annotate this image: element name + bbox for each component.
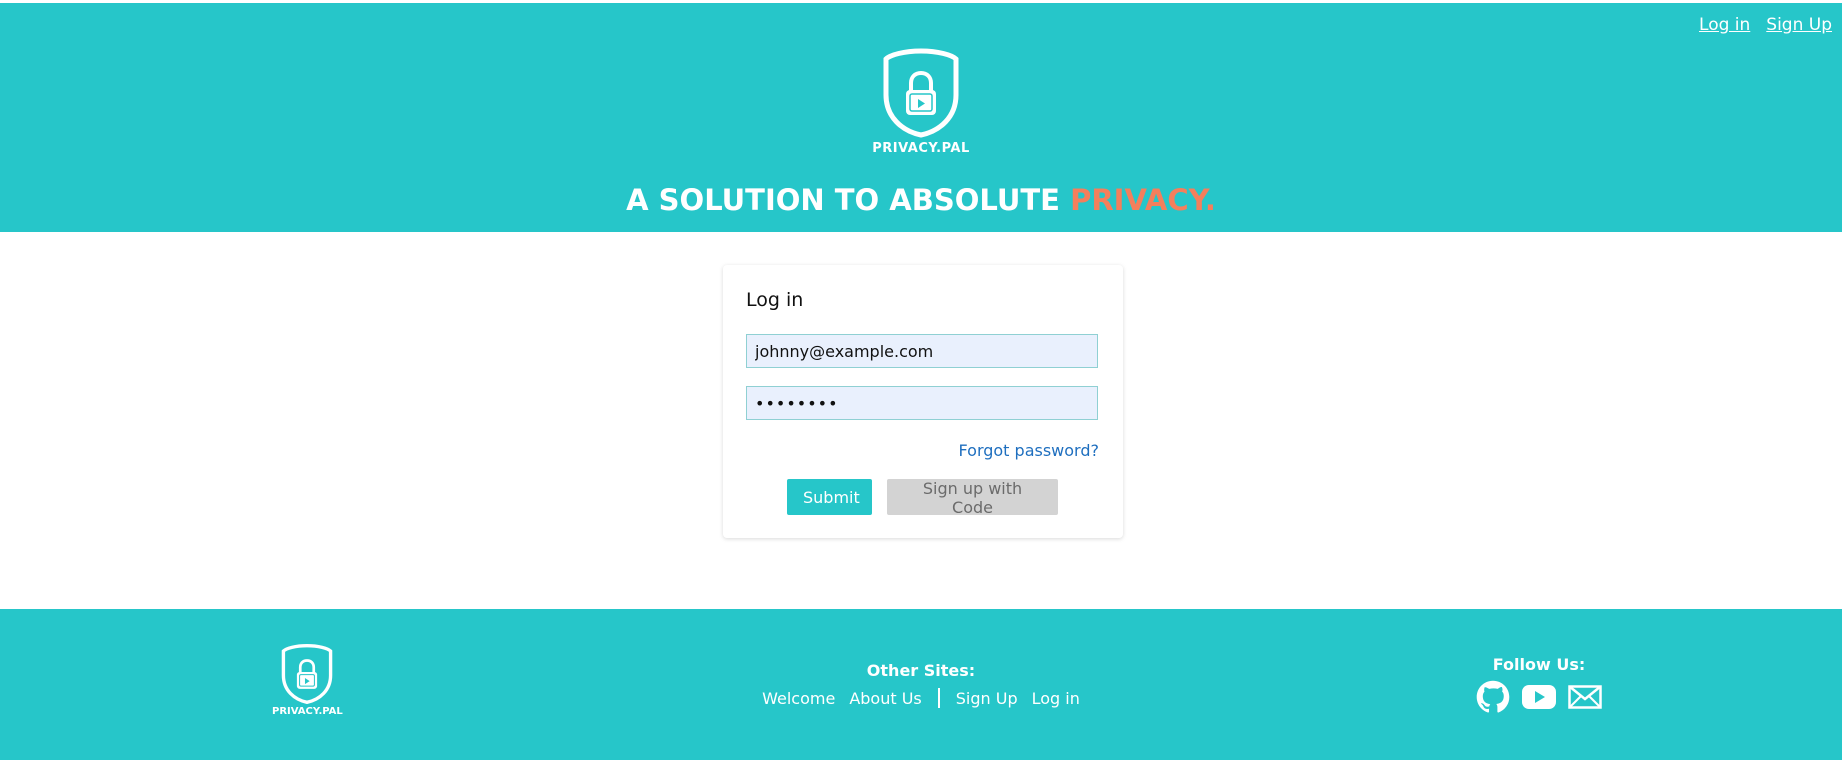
login-title: Log in [746,289,804,311]
email-field[interactable] [746,334,1098,368]
submit-button[interactable]: Submit [787,479,872,515]
shield-lock-icon [883,48,959,138]
follow-us-title: Follow Us: [1492,655,1586,674]
signup-with-code-button[interactable]: Sign up with Code [887,479,1058,517]
nav-signup-link[interactable]: Sign Up [1766,15,1832,35]
youtube-icon[interactable] [1521,684,1557,714]
footer-login-link[interactable]: Log in [1032,689,1080,708]
footer-signup-link[interactable]: Sign Up [956,689,1018,708]
top-nav: Log in Sign Up [1699,15,1832,35]
github-icon[interactable] [1476,680,1510,718]
footer-about-link[interactable]: About Us [849,689,921,708]
mail-icon[interactable] [1568,685,1602,713]
link-divider [937,688,940,708]
follow-us: Follow Us: [1476,655,1602,718]
password-field[interactable] [746,386,1098,420]
brand-logo: PRIVACY.PAL [0,47,1842,156]
brand-name: PRIVACY.PAL [872,141,970,156]
login-card: Log in Forgot password? Submit Sign up w… [723,265,1123,538]
tagline-main: A SOLUTION TO ABSOLUTE [626,183,1071,217]
forgot-password-link[interactable]: Forgot password? [959,441,1099,460]
page: Log in Sign Up PRIVACY.PAL A SOLUTION TO… [0,0,1842,760]
footer-welcome-link[interactable]: Welcome [762,689,835,708]
tagline-accent: PRIVACY. [1070,183,1216,217]
footer: PRIVACY.PAL Other Sites: Welcome About U… [0,609,1842,760]
social-links [1476,680,1602,718]
tagline: A SOLUTION TO ABSOLUTE PRIVACY. [0,183,1842,217]
nav-login-link[interactable]: Log in [1699,15,1750,35]
header: Log in Sign Up PRIVACY.PAL A SOLUTION TO… [0,3,1842,232]
